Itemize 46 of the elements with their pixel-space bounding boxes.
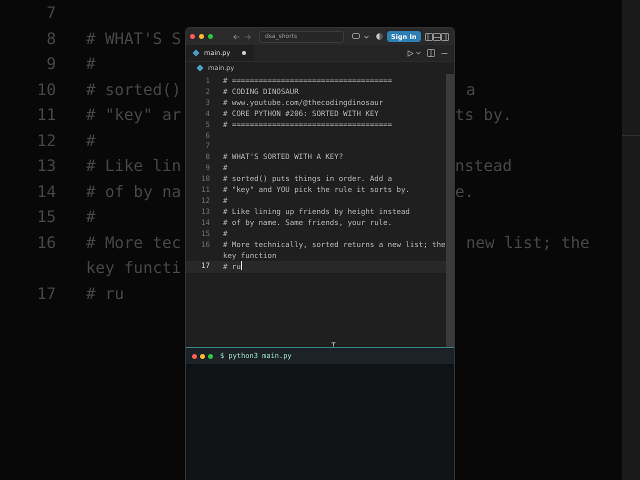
close-button[interactable]	[190, 34, 195, 39]
text-cursor	[240, 261, 242, 270]
minimize-button[interactable]	[200, 354, 205, 358]
code-text: a	[466, 78, 476, 100]
code-text: # Like lin	[86, 155, 182, 177]
back-arrow-icon[interactable]	[233, 34, 240, 40]
code-text: #	[86, 53, 96, 75]
split-editor-icon[interactable]	[427, 49, 435, 57]
code-text: #	[86, 206, 96, 228]
chat-icon[interactable]	[352, 33, 360, 40]
line-number: 12	[36, 130, 56, 152]
more-icon[interactable]	[441, 52, 448, 54]
line-number: 17	[36, 282, 56, 304]
line-number: 13	[36, 155, 56, 177]
line-number: 9	[45, 53, 56, 75]
code-text: # of by na	[86, 180, 182, 202]
chevron-down-icon[interactable]	[416, 51, 421, 55]
code-text: nstead	[455, 155, 512, 177]
code-text: new list; the	[466, 232, 590, 254]
line-number: 10	[36, 78, 56, 100]
code-text: ts by.	[455, 104, 512, 126]
run-icon[interactable]	[407, 50, 414, 56]
code-text: key functi	[86, 257, 182, 279]
code-text: #	[86, 130, 96, 152]
maximize-button[interactable]	[208, 354, 213, 358]
line-number: 11	[36, 104, 56, 126]
line-number: 8	[45, 28, 56, 50]
account-icon[interactable]	[376, 33, 383, 40]
code-text: e.	[455, 180, 474, 202]
code-text: # More tec	[86, 232, 182, 254]
forward-arrow-icon[interactable]	[244, 34, 251, 40]
code-text: # WHAT'S S	[86, 28, 182, 50]
resize-handle-icon[interactable]	[331, 342, 336, 347]
maximize-button[interactable]	[208, 34, 213, 39]
close-button[interactable]	[192, 354, 197, 358]
line-number: 15	[36, 206, 56, 228]
line-number: 14	[36, 180, 56, 202]
scrollbar[interactable]	[446, 74, 454, 347]
minimize-button[interactable]	[199, 34, 204, 39]
layout-icon[interactable]	[424, 32, 448, 40]
code-text: # ru	[86, 282, 124, 304]
code-text: # sorted()	[86, 78, 182, 100]
line-number: 7	[45, 2, 56, 24]
chevron-down-icon[interactable]	[364, 34, 369, 38]
code-text: # "key" ar	[86, 104, 182, 126]
line-number: 16	[36, 232, 56, 254]
